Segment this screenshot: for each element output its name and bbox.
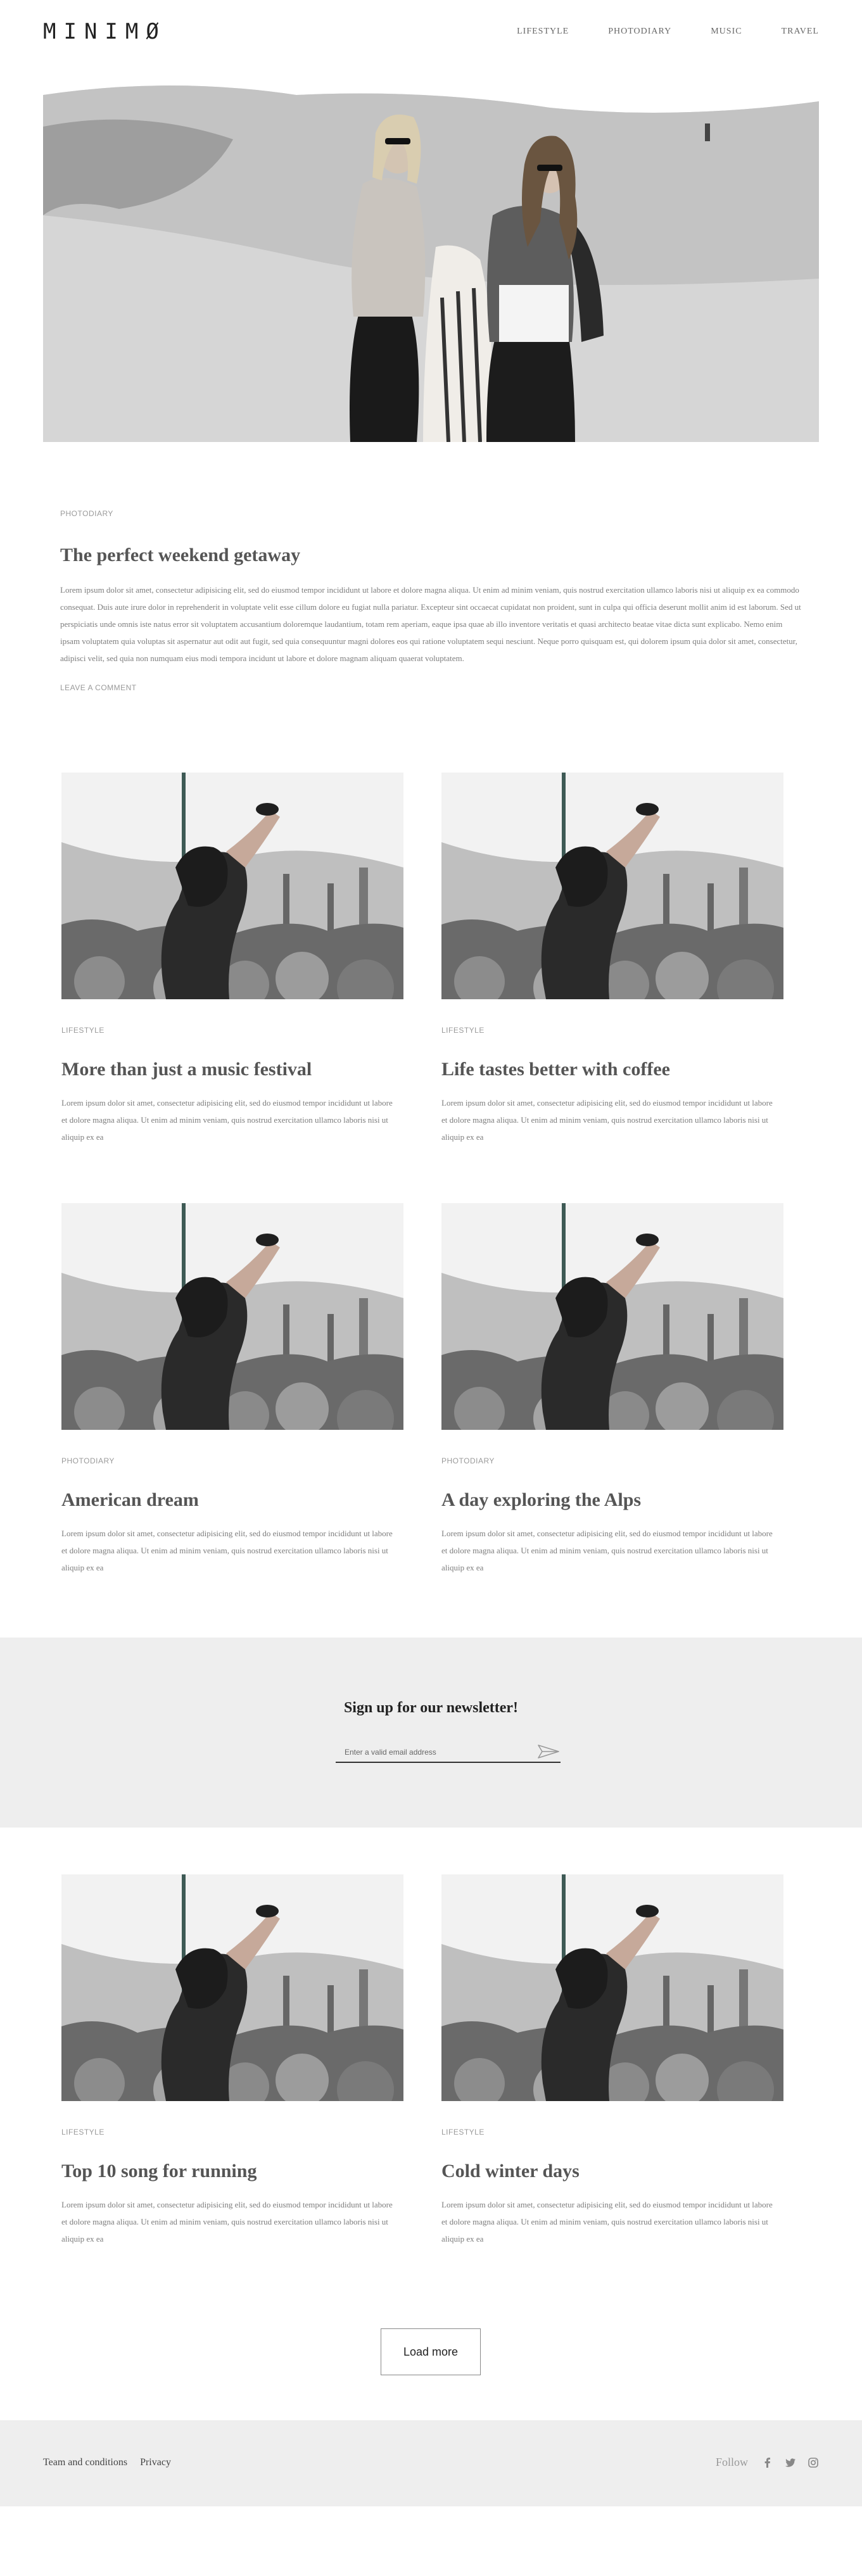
post-category[interactable]: LIFESTYLE	[61, 1026, 403, 1035]
post-category[interactable]: LIFESTYLE	[441, 1026, 783, 1035]
post-image[interactable]	[441, 773, 783, 999]
leave-comment-link[interactable]: LEAVE A COMMENT	[60, 683, 801, 692]
instagram-icon[interactable]	[808, 2457, 819, 2468]
post-excerpt: Lorem ipsum dolor sit amet, consectetur …	[61, 1098, 393, 1142]
post-title[interactable]: Cold winter days	[441, 2161, 783, 2182]
post-excerpt: Lorem ipsum dolor sit amet, consectetur …	[61, 2200, 393, 2244]
newsletter-form	[336, 1743, 561, 1763]
post-category[interactable]: LIFESTYLE	[441, 2128, 783, 2137]
nav-photodiary[interactable]: PHOTODIARY	[608, 27, 671, 37]
post-category[interactable]: PHOTODIARY	[441, 1456, 783, 1465]
post-card[interactable]: LIFESTYLE More than just a music festiva…	[61, 773, 403, 1146]
post-image[interactable]	[441, 1203, 783, 1430]
twitter-icon[interactable]	[785, 2457, 796, 2468]
nav-travel[interactable]: TRAVEL	[782, 27, 819, 37]
post-title[interactable]: Top 10 song for running	[61, 2161, 403, 2182]
post-excerpt: Lorem ipsum dolor sit amet, consectetur …	[441, 1098, 773, 1142]
post-card[interactable]: PHOTODIARY A day exploring the Alps Lore…	[441, 1203, 783, 1576]
post-card[interactable]: PHOTODIARY American dream Lorem ipsum do…	[61, 1203, 403, 1576]
site-header: MINIMØ LIFESTYLE PHOTODIARY MUSIC TRAVEL	[0, 0, 862, 70]
featured-post: PHOTODIARY The perfect weekend getaway L…	[60, 509, 801, 692]
newsletter-title: Sign up for our newsletter!	[343, 1700, 519, 1716]
post-image[interactable]	[61, 773, 403, 999]
post-card[interactable]: LIFESTYLE Top 10 song for running Lorem …	[61, 1874, 403, 2247]
post-title[interactable]: A day exploring the Alps	[441, 1489, 783, 1511]
email-field[interactable]	[345, 1748, 522, 1757]
post-image[interactable]	[61, 1874, 403, 2101]
social-follow: Follow	[716, 2456, 819, 2469]
post-category[interactable]: LIFESTYLE	[61, 2128, 403, 2137]
newsletter-section: Sign up for our newsletter!	[0, 1638, 862, 1828]
hero-image	[43, 70, 819, 442]
featured-category[interactable]: PHOTODIARY	[60, 509, 801, 518]
featured-title[interactable]: The perfect weekend getaway	[60, 545, 801, 566]
site-footer: Team and conditions Privacy Follow	[0, 2420, 862, 2506]
post-image[interactable]	[61, 1203, 403, 1430]
featured-body: Lorem ipsum dolor sit amet, consectetur …	[60, 585, 801, 663]
post-excerpt: Lorem ipsum dolor sit amet, consectetur …	[61, 1529, 393, 1572]
post-image[interactable]	[441, 1874, 783, 2101]
facebook-icon[interactable]	[762, 2457, 773, 2468]
follow-label: Follow	[715, 2456, 748, 2468]
terms-link[interactable]: Team and conditions	[43, 2457, 127, 2468]
post-title[interactable]: More than just a music festival	[61, 1059, 403, 1080]
load-more-button[interactable]: Load more	[381, 2328, 481, 2375]
post-excerpt: Lorem ipsum dolor sit amet, consectetur …	[441, 2200, 773, 2244]
post-category[interactable]: PHOTODIARY	[61, 1456, 403, 1465]
post-title[interactable]: Life tastes better with coffee	[441, 1059, 783, 1080]
post-card[interactable]: LIFESTYLE Life tastes better with coffee…	[441, 773, 783, 1146]
privacy-link[interactable]: Privacy	[140, 2457, 171, 2468]
main-nav: LIFESTYLE PHOTODIARY MUSIC TRAVEL	[517, 27, 819, 37]
send-icon[interactable]	[536, 1743, 561, 1760]
post-excerpt: Lorem ipsum dolor sit amet, consectetur …	[441, 1529, 773, 1572]
post-title[interactable]: American dream	[61, 1489, 403, 1511]
nav-lifestyle[interactable]: LIFESTYLE	[517, 27, 569, 37]
nav-music[interactable]: MUSIC	[711, 27, 742, 37]
site-logo[interactable]: MINIMØ	[43, 19, 167, 44]
post-card[interactable]: LIFESTYLE Cold winter days Lorem ipsum d…	[441, 1874, 783, 2247]
footer-links: Team and conditions Privacy	[43, 2457, 171, 2468]
